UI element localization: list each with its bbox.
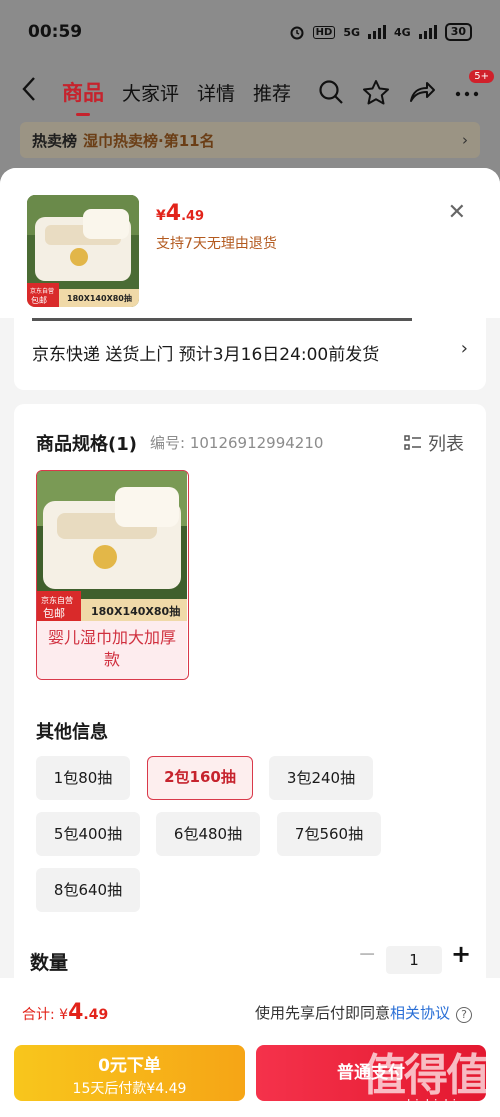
variant-size: 180X140X80抽 bbox=[91, 604, 180, 618]
quantity-plus-button[interactable]: + bbox=[451, 940, 471, 968]
pay-later-button[interactable]: 0元下单 15天后付款¥4.49 bbox=[14, 1045, 245, 1101]
hot-label: 热卖榜 bbox=[32, 131, 78, 150]
option-7[interactable]: 8包640抽 bbox=[36, 868, 140, 912]
share-icon[interactable] bbox=[408, 79, 436, 105]
variant-ship: 包邮 bbox=[43, 607, 65, 620]
search-icon[interactable] bbox=[318, 79, 344, 105]
list-view-toggle[interactable]: 列表 bbox=[404, 430, 464, 456]
message-badge: 5+ bbox=[469, 70, 494, 83]
star-icon[interactable] bbox=[362, 79, 390, 105]
quantity-minus-button[interactable]: − bbox=[358, 942, 376, 967]
help-icon[interactable]: ? bbox=[456, 1007, 472, 1023]
quantity-row: 数量 − 1 + bbox=[0, 938, 500, 978]
hot-rank-text: 湿巾热卖榜·第11名 bbox=[83, 131, 215, 150]
spec-selection-sheet: 京东自营 包邮 180X140X80抽 ¥4.49 支持7天无理由退货 ✕ 京东… bbox=[0, 168, 500, 1117]
price: ¥4.49 bbox=[156, 201, 205, 226]
thumb-tag: 京东自营 bbox=[30, 287, 54, 295]
agreement-note: 使用先享后付即同意相关协议? bbox=[255, 1002, 472, 1023]
option-5[interactable]: 6包480抽 bbox=[156, 812, 260, 856]
variant-image: 京东自营 包邮 180X140X80抽 bbox=[37, 471, 187, 621]
spec-title: 商品规格(1) bbox=[36, 434, 137, 455]
hot-rank-bar[interactable]: 热卖榜 湿巾热卖榜·第11名 › bbox=[20, 122, 480, 158]
product-thumbnail: 京东自营 包邮 180X140X80抽 bbox=[27, 195, 139, 307]
variant-name: 婴儿湿巾加大加厚款 bbox=[37, 621, 187, 679]
alarm-icon bbox=[290, 26, 304, 40]
other-info-title: 其他信息 bbox=[36, 722, 108, 743]
spec-card: 商品规格(1) 编号: 10126912994210 列表 京东自营 包邮 18… bbox=[14, 404, 486, 1004]
tab-details[interactable]: 详情 bbox=[197, 79, 235, 106]
system-icons: HD 5G 4G 30 bbox=[289, 23, 472, 41]
network-5g: 5G bbox=[343, 25, 360, 39]
clock: 00:59 bbox=[28, 22, 83, 42]
option-3[interactable]: 3包240抽 bbox=[269, 756, 373, 800]
option-2-selected[interactable]: 2包160抽 bbox=[147, 756, 253, 800]
return-policy: 支持7天无理由退货 bbox=[156, 236, 277, 252]
tab-product[interactable]: 商品 bbox=[62, 77, 104, 116]
battery-icon: 30 bbox=[444, 23, 472, 41]
delivery-card[interactable]: 京东快递 送货上门 预计3月16日24:00前发货 › bbox=[14, 318, 486, 390]
signal-icon bbox=[368, 25, 386, 39]
thumb-size: 180X140X80抽 bbox=[67, 293, 132, 303]
quantity-label: 数量 bbox=[30, 952, 69, 974]
signal-icon-2 bbox=[418, 25, 437, 39]
option-6[interactable]: 7包560抽 bbox=[277, 812, 381, 856]
chevron-right-icon: › bbox=[460, 338, 468, 359]
tab-reviews[interactable]: 大家评 bbox=[122, 79, 179, 106]
top-nav: 商品 大家评 详情 推荐 bbox=[0, 68, 500, 116]
thumb-ship: 包邮 bbox=[31, 295, 47, 305]
watermark: 值得值 zhizhizhi.com bbox=[362, 1050, 490, 1114]
network-4g: 4G bbox=[394, 25, 411, 39]
total-price: 合计: ¥4.49 bbox=[22, 1000, 109, 1025]
variant-card-selected[interactable]: 京东自营 包邮 180X140X80抽 婴儿湿巾加大加厚款 bbox=[36, 470, 189, 680]
option-4[interactable]: 5包400抽 bbox=[36, 812, 140, 856]
hd-icon: HD bbox=[312, 25, 336, 39]
status-bar: 00:59 HD 5G 4G 30 bbox=[0, 0, 500, 64]
list-icon bbox=[404, 435, 421, 450]
quantity-input[interactable]: 1 bbox=[386, 946, 442, 974]
product-code: 编号: 10126912994210 bbox=[150, 434, 324, 452]
tab-recommend[interactable]: 推荐 bbox=[253, 79, 291, 106]
close-icon[interactable]: ✕ bbox=[448, 200, 466, 225]
back-icon[interactable] bbox=[20, 76, 52, 109]
delivery-info: 京东快递 送货上门 预计3月16日24:00前发货 bbox=[32, 345, 380, 365]
scrolled-text-fragment bbox=[32, 314, 412, 324]
chevron-right-icon: › bbox=[462, 131, 468, 149]
variant-tag: 京东自营 bbox=[41, 595, 73, 605]
option-1[interactable]: 1包80抽 bbox=[36, 756, 130, 800]
agreement-link[interactable]: 相关协议 bbox=[390, 1004, 450, 1022]
